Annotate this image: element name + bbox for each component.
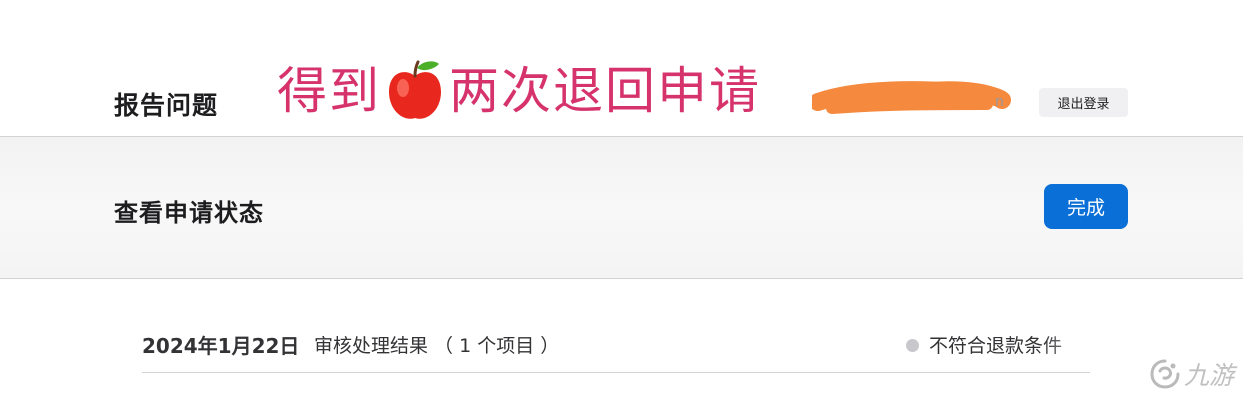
redaction-scribble (812, 81, 1011, 114)
report-summary: 审核处理结果 （ 1 个项目 ） (314, 335, 560, 357)
done-button[interactable]: 完成 (1044, 184, 1128, 229)
signout-button[interactable]: 退出登录 (1039, 88, 1128, 117)
overlay-caption-text-before: 得到 (277, 62, 381, 120)
watermark: 九游 (1148, 352, 1240, 396)
red-apple-emoji-icon (389, 60, 441, 119)
nine-game-logo-icon (1150, 359, 1180, 389)
report-date: 2024年1月22日 (142, 334, 300, 358)
page-title: 报告问题 (114, 91, 219, 120)
overlay-caption-text-after: 两次退回申请 (449, 62, 761, 120)
watermark-text: 九游 (1184, 361, 1235, 390)
report-row[interactable]: 2024年1月22日 审核处理结果 （ 1 个项目 ） 不符合退款条件 (142, 322, 1102, 373)
status-section: 查看申请状态 完成 (0, 137, 1243, 279)
account-text-fragment: n (995, 94, 1004, 110)
status-dot-icon (906, 339, 919, 352)
section-title: 查看申请状态 (114, 199, 264, 227)
overlay-caption: 得到 两次退回申请 (277, 56, 761, 126)
status-fade-overlay (1042, 322, 1102, 371)
page-header: 报告问题 得到 两次退回申请 n 退出登录 (0, 0, 1243, 137)
